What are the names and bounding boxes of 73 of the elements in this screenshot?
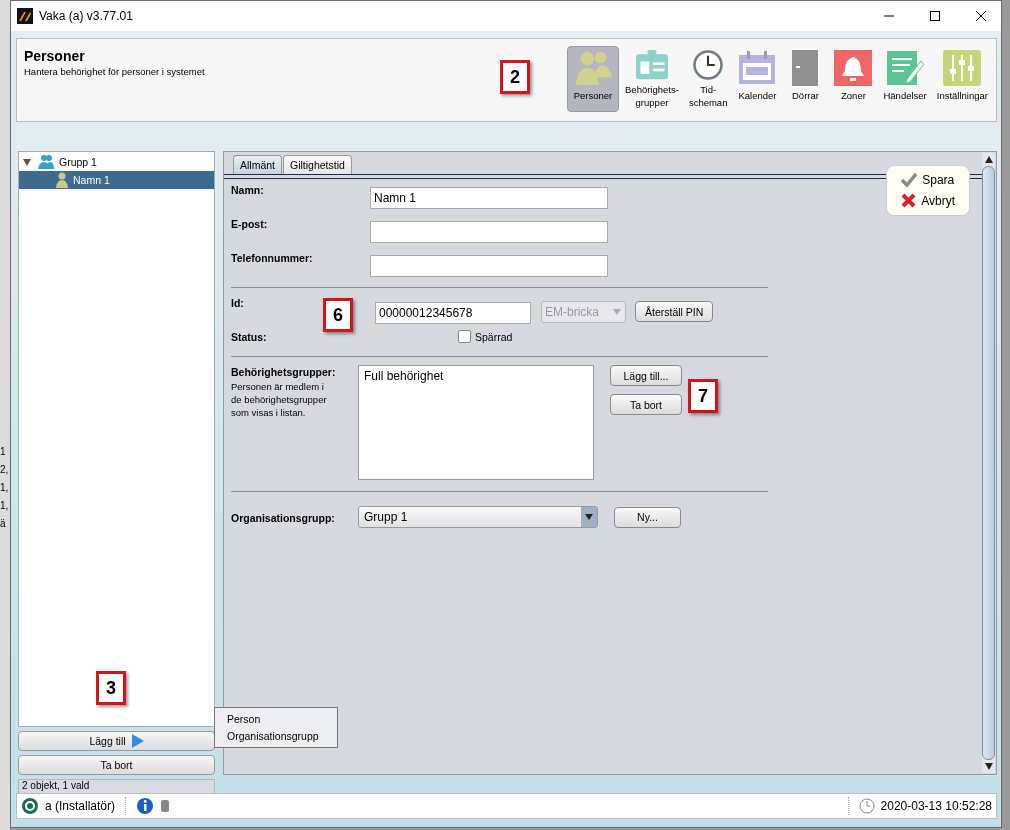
callout-number: 3: [96, 671, 126, 705]
background-text: ä: [0, 518, 7, 530]
page-title: Personer: [24, 48, 86, 64]
toolbar-button[interactable]: Kalender: [733, 46, 782, 112]
date-time: 2020-03-13 10:52:28: [880, 799, 992, 813]
door-icon: [791, 49, 820, 87]
phone-field[interactable]: [370, 255, 608, 277]
menu-item[interactable]: Organisationsgrupp: [227, 730, 337, 742]
person-icon: [55, 172, 69, 188]
field-label: E-post:: [231, 217, 269, 230]
reset-pin-button[interactable]: Återställ PIN: [635, 301, 714, 322]
id-field[interactable]: 00000012345678: [375, 302, 531, 324]
remove-button[interactable]: Ta bort: [18, 755, 215, 775]
field-label: Status:: [231, 330, 268, 343]
page-subtitle: Hantera behörighet för personer i systemet: [24, 66, 205, 77]
checkbox-label: Spärrad: [475, 330, 513, 343]
callout-number: 7: [688, 379, 718, 413]
checkmark-icon: [901, 173, 918, 187]
notepad-pencil-icon: [885, 49, 926, 87]
toolbar-button[interactable]: Behörighets- grupper: [621, 46, 683, 112]
field-label: Namn:: [231, 183, 265, 196]
new-button[interactable]: Ny...: [614, 506, 681, 528]
tab[interactable]: Allmänt: [233, 155, 282, 174]
add-group-button[interactable]: Lägg till...: [610, 365, 682, 386]
info-icon[interactable]: [136, 797, 155, 815]
tree-item[interactable]: Namn 1: [19, 171, 214, 189]
remove-group-button[interactable]: Ta bort: [610, 394, 682, 415]
toolbar-button[interactable]: Personer: [567, 46, 619, 112]
background-text: 1,: [0, 500, 10, 512]
background-text: 1: [0, 446, 7, 458]
field-label: Telefonnummer:: [231, 251, 314, 264]
menu-item[interactable]: Person: [227, 713, 337, 725]
maximize-icon[interactable]: [929, 10, 941, 22]
field-label: Id:: [231, 296, 245, 309]
calendar-icon: [737, 49, 778, 87]
user-label: a (Installatör): [45, 799, 116, 813]
cancel-button[interactable]: Avbryt: [897, 192, 959, 209]
clock-icon: [858, 798, 875, 814]
toolbar-button[interactable]: Zoner: [829, 46, 878, 112]
toolbar-button[interactable]: Dörrar: [783, 46, 828, 112]
field-label: Organisationsgrupp:: [231, 510, 336, 524]
scroll-down-icon[interactable]: [984, 763, 993, 770]
field-label: Behörighetsgrupper:: [231, 365, 337, 378]
callout-number: 2: [500, 60, 530, 94]
toolbar-button[interactable]: Händelser: [879, 46, 931, 112]
background-text: 2,: [0, 464, 10, 476]
save-button[interactable]: Spara: [897, 172, 959, 188]
dropdown-arrow-icon: [585, 514, 593, 520]
people-icon: [37, 154, 55, 170]
list-item[interactable]: Full behörighet: [359, 366, 593, 386]
tab[interactable]: Giltighetstid: [283, 155, 352, 174]
app-logo-icon: [17, 8, 33, 24]
close-icon[interactable]: [975, 10, 987, 22]
toolbar-button[interactable]: Inställningar: [932, 46, 992, 112]
window-title: Vaka (a) v3.77.01: [39, 9, 133, 23]
help-text: Personen är medlem i de behörighetsgrupper som visas i listan.: [231, 380, 328, 419]
checkbox[interactable]: [458, 330, 471, 343]
cross-icon: [901, 193, 917, 208]
sliders-icon: [942, 49, 983, 87]
background-text: 1,: [0, 482, 10, 494]
bell-icon: [833, 49, 874, 87]
org-group-dropdown[interactable]: Grupp 1: [358, 506, 598, 528]
scroll-up-icon[interactable]: [984, 156, 993, 163]
callout-number: 6: [323, 298, 353, 332]
play-arrow-icon: [131, 734, 144, 748]
scrollbar[interactable]: [982, 153, 995, 773]
email-field[interactable]: [370, 221, 608, 243]
dropdown-arrow-icon: [613, 309, 621, 315]
add-menu-button[interactable]: Lägg till: [18, 731, 215, 751]
toolbar-button[interactable]: Tid- scheman: [684, 46, 732, 112]
name-field[interactable]: Namn 1: [370, 187, 608, 209]
connection-icon: [21, 797, 39, 815]
device-icon: [160, 798, 171, 814]
